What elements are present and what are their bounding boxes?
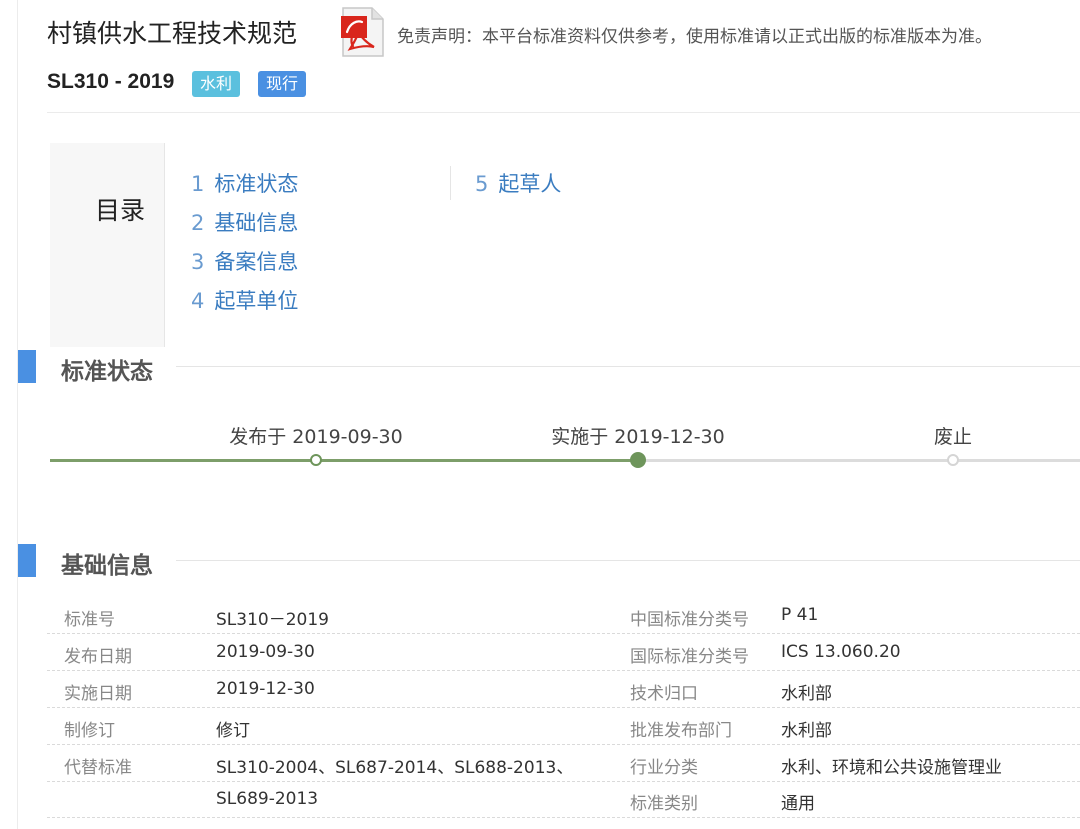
toc-item-label: 备案信息	[214, 250, 299, 274]
info-label: 标准类别	[630, 794, 698, 814]
toc-item-filing-info[interactable]: 3 备案信息	[191, 246, 298, 276]
timeline-effective-dot	[630, 452, 646, 468]
info-value: 水利部	[781, 684, 832, 704]
info-label: 实施日期	[64, 684, 132, 704]
timeline-published-dot	[310, 454, 322, 466]
info-value: SL310-2004、SL687-2014、SL688-2013、	[216, 758, 574, 778]
toc-item-number: 2	[191, 211, 205, 235]
info-value: SL310－2019	[216, 610, 329, 630]
toc-label-panel	[50, 143, 165, 347]
toc-title: 目录	[95, 196, 146, 225]
info-label: 制修订	[64, 721, 115, 741]
toc-column-divider	[450, 166, 451, 200]
info-row: 制修订 修订 批准发布部门 水利部	[47, 708, 1080, 745]
timeline-effective-label: 实施于 2019-12-30	[551, 426, 725, 448]
info-label: 行业分类	[630, 758, 698, 778]
toc-item-status[interactable]: 1 标准状态	[191, 168, 298, 198]
toc-item-number: 1	[191, 172, 205, 196]
info-label: 中国标准分类号	[630, 610, 749, 630]
toc-item-label: 标准状态	[214, 172, 299, 196]
section-divider	[176, 560, 1080, 561]
info-label: 技术归口	[630, 684, 698, 704]
toc-item-number: 4	[191, 289, 205, 313]
info-row: 代替标准 SL310-2004、SL687-2014、SL688-2013、 行…	[47, 745, 1080, 782]
standard-code: SL310 - 2019	[47, 70, 175, 93]
timeline-completed-track	[50, 459, 640, 462]
info-label: 国际标准分类号	[630, 647, 749, 667]
toc-item-number: 3	[191, 250, 205, 274]
info-value: ICS 13.060.20	[781, 642, 901, 662]
pdf-file-icon[interactable]	[339, 5, 387, 59]
standard-detail-page: 村镇供水工程技术规范 免责声明：本平台标准资料仅供参考，使用标准请以正式出版的标…	[0, 0, 1080, 829]
disclaimer-text: 免责声明：本平台标准资料仅供参考，使用标准请以正式出版的标准版本为准。	[397, 27, 992, 47]
info-value: 水利、环境和公共设施管理业	[781, 758, 1002, 778]
info-label: 发布日期	[64, 647, 132, 667]
header-divider	[47, 112, 1080, 113]
info-value: P 41	[781, 605, 819, 625]
toc-item-label: 起草单位	[214, 289, 299, 313]
field-badge: 水利	[192, 71, 241, 97]
info-value: SL689-2013	[216, 789, 319, 809]
info-row: 标准号 SL310－2019 中国标准分类号 P 41	[47, 597, 1080, 634]
toc-item-label: 起草人	[498, 172, 562, 196]
toc-item-drafting-units[interactable]: 4 起草单位	[191, 285, 298, 315]
info-row: 实施日期 2019-12-30 技术归口 水利部	[47, 671, 1080, 708]
section-title-basic-info: 基础信息	[61, 553, 153, 579]
info-value: 水利部	[781, 721, 832, 741]
info-label: 批准发布部门	[630, 721, 732, 741]
info-value: 通用	[781, 794, 815, 814]
info-value: 2019-12-30	[216, 679, 315, 699]
info-value: 修订	[216, 721, 250, 741]
toc-item-drafters[interactable]: 5 起草人	[475, 168, 561, 198]
toc-item-label: 基础信息	[214, 211, 299, 235]
section-divider	[176, 366, 1080, 367]
toc-item-number: 5	[475, 172, 489, 196]
timeline-pending-track	[640, 459, 1080, 462]
left-border	[17, 0, 18, 829]
info-label: 标准号	[64, 610, 115, 630]
timeline-abolished-label: 废止	[933, 426, 973, 448]
toc-item-basic-info[interactable]: 2 基础信息	[191, 207, 298, 237]
info-row: SL689-2013 标准类别 通用	[47, 781, 1080, 818]
page-title: 村镇供水工程技术规范	[47, 19, 298, 48]
info-label: 代替标准	[64, 758, 132, 778]
section-accent-bar	[18, 544, 36, 577]
section-accent-bar	[18, 350, 36, 383]
info-row: 发布日期 2019-09-30 国际标准分类号 ICS 13.060.20	[47, 634, 1080, 671]
info-value: 2019-09-30	[216, 642, 315, 662]
section-title-status: 标准状态	[61, 359, 153, 385]
timeline-published-label: 发布于 2019-09-30	[229, 426, 403, 448]
timeline-abolished-dot	[947, 454, 959, 466]
status-badge: 现行	[258, 71, 307, 97]
